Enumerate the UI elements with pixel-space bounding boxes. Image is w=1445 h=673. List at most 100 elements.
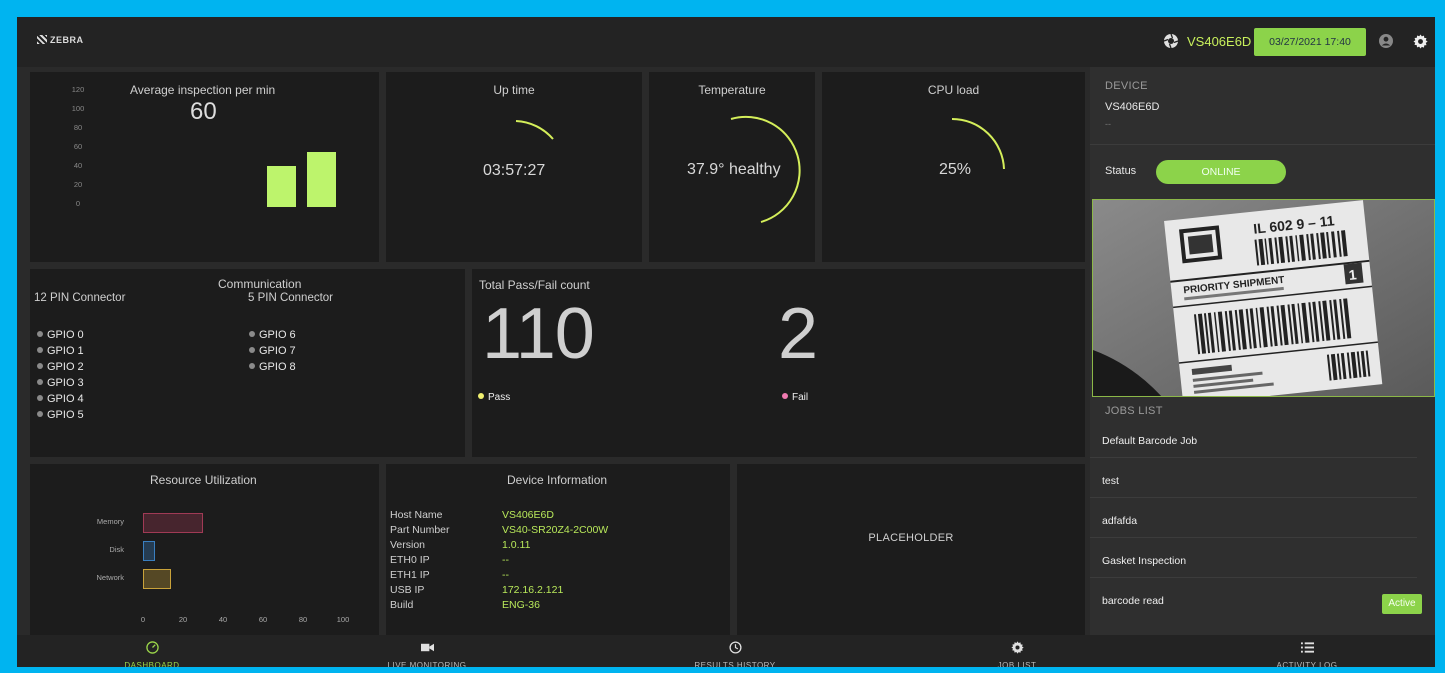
placeholder-card: PLACEHOLDER [737, 464, 1085, 635]
gpio-item: GPIO 0 [37, 329, 84, 341]
divider [1090, 577, 1417, 578]
camera-shutter-icon[interactable] [1163, 33, 1179, 49]
device-info-card: Device Information Host Name VS406E6D Part… [386, 464, 730, 635]
device-info-key: Part Number [390, 524, 450, 536]
gpio-status-dot [37, 395, 43, 401]
divider [1090, 537, 1417, 538]
pass-legend: Pass [478, 392, 510, 403]
cpu-card: CPU load 25% [822, 72, 1085, 262]
cpu-value: 25% [939, 161, 972, 178]
resource-bar [143, 513, 203, 533]
communication-title: Communication [218, 277, 302, 291]
resource-title: Resource Utilization [150, 473, 257, 487]
device-info-value: VS40-SR20Z4-2C00W [502, 524, 609, 536]
nav-label: ACTIVITY LOG [1276, 661, 1338, 667]
y-tick-label: 0 [75, 199, 81, 208]
resource-category-label: Memory [96, 517, 124, 526]
device-info-key: USB IP [390, 584, 425, 596]
placeholder-label: PLACEHOLDER [868, 532, 954, 544]
side-device-name: VS406E6D [1105, 101, 1160, 113]
nav-job-list[interactable]: JOB LIST [947, 635, 1087, 667]
job-list-item[interactable] [1090, 500, 1435, 540]
temperature-title: Temperature [698, 83, 766, 97]
speedometer-icon [82, 641, 222, 656]
inspection-bar [267, 166, 296, 207]
resource-category-label: Disk [109, 545, 124, 554]
job-name[interactable]: Gasket Inspection [1102, 555, 1186, 567]
divider [1090, 144, 1435, 145]
job-name[interactable]: Default Barcode Job [1102, 435, 1197, 447]
fail-count: 2 [778, 294, 818, 374]
device-heading: DEVICE [1105, 80, 1148, 92]
pass-fail-card: Total Pass/Fail count 110 2 Pass Fail [472, 269, 1085, 457]
temperature-card: Temperature 37.9° healthy [649, 72, 815, 262]
nav-label: RESULTS HISTORY [694, 661, 776, 667]
device-info-key: Version [390, 539, 426, 551]
gpio-item: GPIO 2 [37, 361, 84, 373]
y-tick-label: 60 [73, 142, 83, 151]
nav-activity-log[interactable]: ACTIVITY LOG [1237, 635, 1377, 667]
x-tick-label: 40 [218, 615, 228, 624]
device-info-key: Build [390, 599, 414, 611]
app-window: ZEBRA VS406E6D 03/27/2021 17:40 Average … [17, 17, 1435, 667]
resource-card: Resource Utilization Memory Disk Network 0 2… [30, 464, 379, 635]
job-name[interactable]: test [1102, 475, 1119, 487]
gpio-status-dot [37, 411, 43, 417]
gpio-item: GPIO 7 [249, 345, 296, 357]
y-tick-label: 80 [73, 123, 83, 132]
divider [1090, 497, 1417, 498]
gpio-item: GPIO 5 [37, 409, 84, 421]
history-icon [665, 641, 805, 656]
pin5-title: 5 PIN Connector [248, 292, 334, 304]
camera-live-image[interactable]: IL 602 9 – 11 PRIORITY SHIPMENT 1 [1092, 199, 1435, 397]
device-info-value: -- [502, 569, 509, 581]
header-device-name[interactable]: VS406E6D [1187, 34, 1251, 49]
camera-scene: IL 602 9 – 11 PRIORITY SHIPMENT 1 [1093, 200, 1434, 396]
side-device-sub: -- [1105, 119, 1111, 129]
nav-results-history[interactable]: RESULTS HISTORY [665, 635, 805, 667]
nav-live-monitoring[interactable]: LIVE MONITORING [357, 635, 497, 667]
temperature-value: 37.9° healthy [687, 161, 781, 178]
job-list-item[interactable] [1090, 460, 1435, 500]
gpio-item: GPIO 1 [37, 345, 84, 357]
device-info-title: Device Information [507, 473, 608, 487]
x-tick-label: 100 [336, 615, 350, 624]
job-name[interactable]: adfafda [1102, 515, 1137, 527]
pin12-title: 12 PIN Connector [34, 292, 126, 304]
active-badge[interactable]: Active [1382, 594, 1422, 614]
fail-dot [782, 393, 788, 399]
x-tick-label: 60 [258, 615, 268, 624]
nav-label: DASHBOARD [124, 661, 180, 667]
y-tick-label: 100 [71, 104, 85, 113]
gpio-status-dot [37, 363, 43, 369]
job-name[interactable]: barcode read [1102, 595, 1164, 607]
gpio-status-dot [249, 363, 255, 369]
nav-dashboard[interactable]: DASHBOARD [82, 635, 222, 667]
device-info-value: -- [502, 554, 509, 566]
list-icon [1237, 641, 1377, 656]
settings-gear-icon[interactable] [1413, 34, 1428, 49]
uptime-value: 03:57:27 [483, 162, 546, 179]
uptime-card: Up time 03:57:27 [386, 72, 642, 262]
inspection-bar [307, 151, 336, 207]
x-tick-label: 80 [298, 615, 308, 624]
resource-bar [143, 541, 155, 561]
gpio-status-dot [249, 347, 255, 353]
gpio-status-dot [249, 331, 255, 337]
device-info-key: ETH1 IP [390, 569, 430, 581]
top-bar: ZEBRA VS406E6D 03/27/2021 17:40 [17, 17, 1435, 67]
gpio-status-dot [37, 331, 43, 337]
pass-fail-title: Total Pass/Fail count [479, 278, 590, 292]
device-info-value: 1.0.11 [502, 539, 531, 551]
zebra-logo: ZEBRA [37, 35, 84, 45]
user-icon[interactable] [1379, 34, 1393, 48]
datetime-badge: 03/27/2021 17:40 [1254, 28, 1366, 56]
device-info-value: 172.16.2.121 [502, 584, 564, 596]
nav-label: JOB LIST [997, 661, 1037, 667]
gpio-status-dot [37, 347, 43, 353]
gpio-status-dot [37, 379, 43, 385]
avg-inspection-value: 60 [190, 98, 217, 125]
device-info-key: Host Name [390, 509, 443, 521]
avg-inspection-card: Average inspection per min 60 120 100 80 60… [30, 72, 379, 262]
cpu-title: CPU load [927, 83, 980, 97]
